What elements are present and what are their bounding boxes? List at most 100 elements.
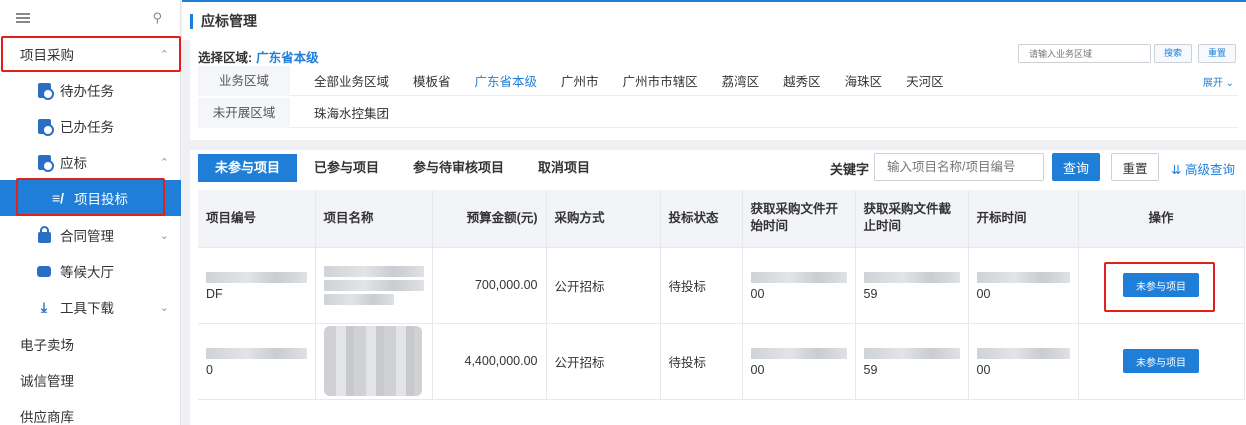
project-code: DF — [198, 247, 316, 324]
region-panel: 选择区域:广东省本级 搜索 重置 业务区域 全部业务区域 模板省 广东省本级 广… — [190, 40, 1246, 140]
region-search-input[interactable] — [1018, 44, 1151, 63]
col-header: 操作 — [1078, 190, 1245, 248]
sidebar-item-done[interactable]: 已办任务 — [0, 108, 181, 144]
sidebar-item-contract[interactable]: 合同管理 ⌄ — [0, 217, 181, 253]
region-row-label: 未开展区域 — [198, 97, 290, 128]
sidebar-item-label: 合同管理 — [60, 229, 114, 244]
region-option[interactable]: 广州市 — [561, 71, 599, 90]
region-row-inactive: 未开展区域 珠海水控集团 — [198, 97, 1238, 128]
col-header: 预算金额(元) — [432, 190, 547, 248]
sidebar-item-supplier[interactable]: 供应商库 — [0, 398, 181, 425]
chevron-up-icon: ⌃ — [159, 156, 169, 169]
lock-icon — [36, 226, 52, 243]
region-option-selected[interactable]: 广东省本级 — [475, 71, 538, 90]
table-row: DF 700,000.00 公开招标 待投标 00 59 00 未参与项目 — [198, 247, 1245, 324]
todo-icon — [36, 82, 54, 100]
region-row-label: 业务区域 — [198, 65, 290, 96]
sidebar-item-label: 项目采购 — [20, 48, 74, 63]
expand-link[interactable]: 展开 ⌄ — [1203, 74, 1234, 89]
doc-end-time: 59 — [855, 247, 969, 324]
col-header: 投标状态 — [660, 190, 743, 248]
pin-icon[interactable]: ⚲ — [152, 10, 162, 26]
open-time: 00 — [968, 323, 1079, 400]
sidebar-item-label: 项目投标 — [74, 192, 128, 207]
col-header: 采购方式 — [546, 190, 661, 248]
page-header: 应标管理 — [182, 0, 1246, 40]
sidebar-item-bid[interactable]: 应标 ⌃ — [0, 144, 181, 180]
region-option[interactable]: 全部业务区域 — [314, 71, 389, 90]
region-option[interactable]: 模板省 — [413, 71, 451, 90]
region-option[interactable]: 天河区 — [906, 71, 944, 90]
budget-amount: 700,000.00 — [432, 247, 547, 324]
region-search-button[interactable]: 搜索 — [1154, 44, 1192, 63]
bid-icon — [36, 154, 54, 172]
col-header: 开标时间 — [968, 190, 1079, 248]
project-name — [315, 323, 433, 400]
tab-cancelled[interactable]: 取消项目 — [521, 154, 607, 182]
chevron-down-icon: ⌄ — [159, 229, 169, 242]
sidebar-item-waiting-hall[interactable]: 等候大厅 — [0, 253, 181, 289]
keyword-input[interactable] — [874, 153, 1044, 181]
bid-status: 待投标 — [660, 247, 743, 324]
region-option[interactable]: 珠海水控集团 — [314, 103, 389, 122]
sidebar-item-label: 供应商库 — [20, 410, 74, 425]
doc-start-time: 00 — [742, 247, 856, 324]
download-icon: ⤓ — [40, 298, 48, 315]
sidebar-item-label: 电子卖场 — [20, 338, 74, 353]
sidebar-item-tools[interactable]: ⤓ 工具下载 ⌄ — [0, 289, 181, 325]
region-row-business: 业务区域 全部业务区域 模板省 广东省本级 广州市 广州市市辖区 荔湾区 越秀区… — [198, 65, 1238, 96]
reset-button[interactable]: 重置 — [1111, 153, 1159, 181]
selected-region: 广东省本级 — [256, 51, 319, 65]
chevron-up-icon: ⌃ — [159, 48, 169, 61]
tab-participated[interactable]: 已参与项目 — [297, 154, 396, 182]
budget-amount: 4,400,000.00 — [432, 323, 547, 400]
keyword-label: 关键字 — [830, 162, 870, 177]
project-code: 0 — [198, 323, 316, 400]
sidebar-item-project-bidding[interactable]: ≡/ 项目投标 — [0, 180, 181, 216]
chat-icon — [36, 263, 52, 279]
tab-not-participated[interactable]: 未参与项目 — [198, 154, 298, 182]
done-icon — [36, 118, 54, 136]
procurement-method: 公开招标 — [546, 323, 661, 400]
sidebar-item-emall[interactable]: 电子卖场 — [0, 326, 181, 362]
pen-icon: ≡/ — [51, 190, 65, 206]
table-row: 0 4,400,000.00 公开招标 待投标 00 59 00 未参与项目 — [198, 323, 1245, 400]
col-header: 获取采购文件开始时间 — [742, 190, 856, 248]
procurement-method: 公开招标 — [546, 247, 661, 324]
region-selection: 选择区域: 广东省本级 — [198, 51, 319, 65]
region-option[interactable]: 荔湾区 — [722, 71, 760, 90]
project-name — [315, 247, 433, 324]
sidebar-item-label: 诚信管理 — [20, 374, 74, 389]
not-participated-button[interactable]: 未参与项目 — [1123, 349, 1199, 373]
tab-pending-review[interactable]: 参与待审核项目 — [396, 154, 521, 182]
sidebar-item-credit[interactable]: 诚信管理 — [0, 362, 181, 398]
region-option[interactable]: 越秀区 — [783, 71, 821, 90]
table-header-row: 项目编号 项目名称 预算金额(元) 采购方式 投标状态 获取采购文件开始时间 获… — [198, 190, 1245, 248]
double-chevron-icon: ⇊ — [1171, 163, 1182, 177]
sidebar-item-label: 工具下载 — [60, 301, 114, 316]
not-participated-button[interactable]: 未参与项目 — [1123, 273, 1199, 297]
sidebar-item-label: 应标 — [60, 156, 87, 171]
sidebar-top: ⚲ — [0, 0, 180, 36]
page-title: 应标管理 — [201, 13, 257, 29]
region-option[interactable]: 广州市市辖区 — [623, 71, 698, 90]
open-time: 00 — [968, 247, 1079, 324]
region-option[interactable]: 海珠区 — [845, 71, 883, 90]
sidebar-item-project-procurement[interactable]: 项目采购 ⌃ — [0, 36, 181, 72]
bid-status: 待投标 — [660, 323, 743, 400]
main-panel: 未参与项目 已参与项目 参与待审核项目 取消项目 关键字 查询 重置 ⇊ 高级查… — [190, 150, 1246, 425]
advanced-search-link[interactable]: ⇊ 高级查询 — [1171, 159, 1235, 178]
sidebar-item-label: 待办任务 — [60, 84, 114, 99]
sidebar-item-label: 等候大厅 — [60, 265, 114, 280]
sidebar-item-todo[interactable]: 待办任务 — [0, 72, 181, 108]
tab-bar: 未参与项目 已参与项目 参与待审核项目 取消项目 — [198, 154, 607, 182]
region-reset-button[interactable]: 重置 — [1198, 44, 1236, 63]
col-header: 项目编号 — [198, 190, 316, 248]
doc-start-time: 00 — [742, 323, 856, 400]
project-table: 项目编号 项目名称 预算金额(元) 采购方式 投标状态 获取采购文件开始时间 获… — [198, 190, 1245, 400]
col-header: 获取采购文件截止时间 — [855, 190, 969, 248]
menu-icon[interactable] — [16, 13, 30, 23]
query-button[interactable]: 查询 — [1052, 153, 1100, 181]
doc-end-time: 59 — [855, 323, 969, 400]
sidebar: ⚲ 项目采购 ⌃ 待办任务 已办任务 应标 ⌃ ≡/ 项目投标 合同管理 ⌄ 等… — [0, 0, 181, 425]
